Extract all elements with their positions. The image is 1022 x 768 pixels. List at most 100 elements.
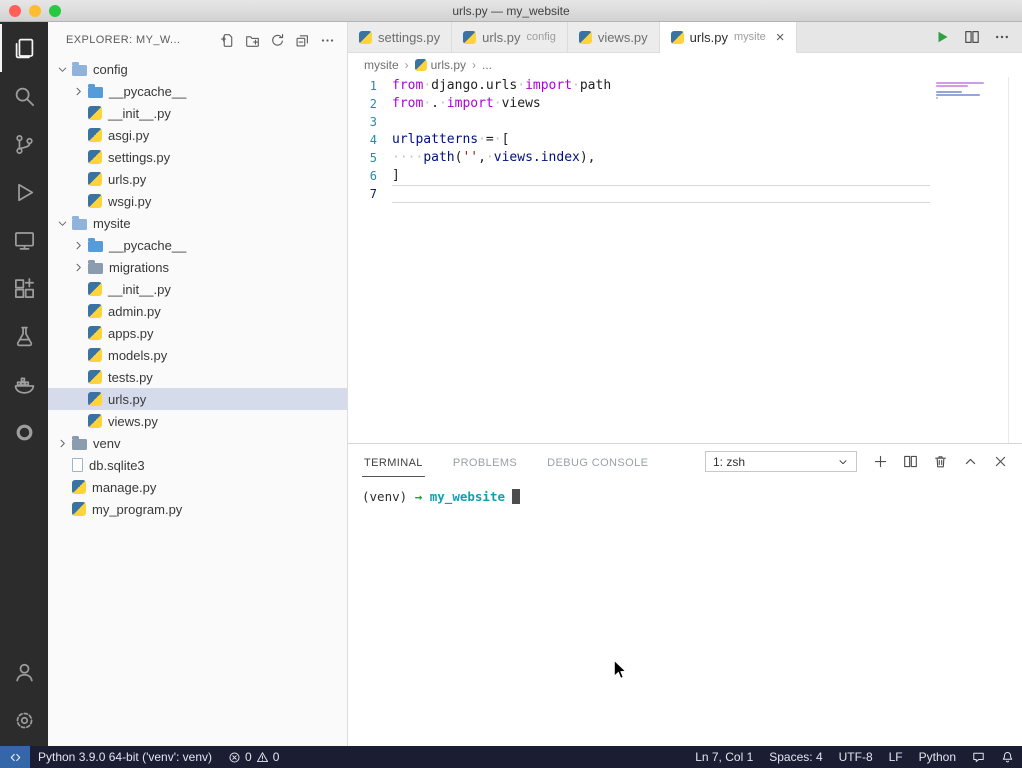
activity-bar-item-extension-ring[interactable]: [0, 408, 48, 456]
code-token: ,: [478, 150, 486, 165]
split-editor-icon[interactable]: [964, 29, 980, 45]
tree-item-pycache[interactable]: __pycache__: [48, 80, 347, 102]
terminal-shell-select[interactable]: 1: zsh: [705, 451, 857, 472]
tree-item-label: tests.py: [108, 369, 153, 385]
refresh-icon[interactable]: [270, 33, 285, 48]
activity-bar-item-run-debug[interactable]: [0, 168, 48, 216]
chevron-down-icon[interactable]: [56, 217, 72, 230]
new-folder-icon[interactable]: [245, 33, 260, 48]
python-interpreter-status[interactable]: Python 3.9.0 64-bit ('venv': venv): [30, 746, 220, 768]
remote-indicator[interactable]: [0, 746, 30, 768]
status-eol[interactable]: LF: [881, 746, 911, 768]
tree-item-db-sqlite3[interactable]: db.sqlite3: [48, 454, 347, 476]
folder-icon: [88, 83, 103, 98]
editor-tab-settings-py[interactable]: settings.py: [348, 22, 453, 52]
status-feedback[interactable]: [964, 746, 993, 768]
code-line-4[interactable]: 4 urlpatterns·=·[: [348, 131, 1022, 149]
tree-item-pycache[interactable]: __pycache__: [48, 234, 347, 256]
activity-bar-item-manage[interactable]: [0, 696, 48, 744]
status-language-mode[interactable]: Python: [911, 746, 964, 768]
tree-item-migrations[interactable]: migrations: [48, 256, 347, 278]
minimap[interactable]: [936, 82, 1006, 102]
more-actions-icon[interactable]: [320, 33, 335, 48]
run-python-file-icon[interactable]: [934, 29, 950, 45]
activity-bar-item-testing[interactable]: [0, 312, 48, 360]
folder-icon: [72, 61, 87, 76]
maximize-panel-icon[interactable]: [963, 454, 978, 469]
tree-item-asgi-py[interactable]: asgi.py: [48, 124, 347, 146]
minimap-line: [936, 91, 962, 93]
python-file-icon: [88, 150, 102, 164]
chevron-down-icon[interactable]: [56, 63, 72, 76]
activity-bar-item-explorer[interactable]: [0, 24, 48, 72]
code-line-5[interactable]: 5 ····path('',·views.index),: [348, 149, 1022, 167]
collapse-all-icon[interactable]: [295, 33, 310, 48]
problems-status[interactable]: 00: [220, 746, 287, 768]
minimize-window-button[interactable]: [29, 5, 41, 17]
code-line-2[interactable]: 2 from·.·import·views: [348, 95, 1022, 113]
editor-tab-urls-py-mysite[interactable]: urls.py mysite ×: [659, 22, 797, 53]
activity-bar-item-remote-explorer[interactable]: [0, 216, 48, 264]
close-tab-icon[interactable]: ×: [776, 30, 785, 45]
python-file-icon: [670, 30, 684, 44]
tree-item-mysite[interactable]: mysite: [48, 212, 347, 234]
tree-item-urls-py[interactable]: urls.py: [48, 388, 347, 410]
tree-item-init-py[interactable]: __init__.py: [48, 278, 347, 300]
tree-item-models-py[interactable]: models.py: [48, 344, 347, 366]
terminal-cursor: [512, 489, 521, 504]
tree-item-label: migrations: [109, 259, 169, 275]
activity-bar-item-search[interactable]: [0, 72, 48, 120]
new-terminal-icon[interactable]: [873, 454, 888, 469]
close-panel-icon[interactable]: [993, 454, 1008, 469]
status-notifications[interactable]: [993, 746, 1022, 768]
more-editor-actions-icon[interactable]: [994, 29, 1010, 45]
breadcrumb-item-urls-py[interactable]: urls.py: [414, 58, 466, 72]
panel-tab-debug-console[interactable]: DEBUG CONSOLE: [545, 447, 650, 477]
tree-item-views-py[interactable]: views.py: [48, 410, 347, 432]
zoom-window-button[interactable]: [49, 5, 61, 17]
tree-item-settings-py[interactable]: settings.py: [48, 146, 347, 168]
status-encoding[interactable]: UTF-8: [831, 746, 881, 768]
tab-label: urls.py: [689, 29, 728, 45]
code-line-3[interactable]: 3: [348, 113, 1022, 131]
activity-bar-item-extensions[interactable]: [0, 264, 48, 312]
split-terminal-icon[interactable]: [903, 454, 918, 469]
close-window-button[interactable]: [9, 5, 21, 17]
terminal-panel: TERMINAL PROBLEMS DEBUG CONSOLE 1: zsh (ve…: [348, 443, 1022, 746]
tree-item-venv[interactable]: venv: [48, 432, 347, 454]
tree-item-urls-py[interactable]: urls.py: [48, 168, 347, 190]
main-area: EXPLORER: MY_W... config __pycache__ __ini…: [0, 22, 1022, 746]
kill-terminal-icon[interactable]: [933, 454, 948, 469]
terminal-output[interactable]: (venv) → my_website: [348, 479, 1022, 746]
breadcrumb-item-item[interactable]: ...: [482, 58, 492, 72]
activity-bar-item-account[interactable]: [0, 648, 48, 696]
tree-item-apps-py[interactable]: apps.py: [48, 322, 347, 344]
code-line-7[interactable]: 7: [348, 185, 1022, 203]
tab-label: settings.py: [378, 29, 441, 45]
activity-bar-item-docker[interactable]: [0, 360, 48, 408]
tree-item-init-py[interactable]: __init__.py: [48, 102, 347, 124]
status-cursor-position[interactable]: Ln 7, Col 1: [687, 746, 761, 768]
chevron-right-icon[interactable]: [72, 239, 88, 252]
tree-item-tests-py[interactable]: tests.py: [48, 366, 347, 388]
breadcrumb-item-mysite[interactable]: mysite: [364, 58, 399, 72]
editor-tab-urls-py-config[interactable]: urls.py config: [452, 22, 568, 52]
chevron-right-icon[interactable]: [72, 261, 88, 274]
activity-bar-item-source-control[interactable]: [0, 120, 48, 168]
code-line-6[interactable]: 6]: [348, 167, 1022, 185]
new-file-icon[interactable]: [220, 33, 235, 48]
chevron-right-icon[interactable]: [72, 85, 88, 98]
status-indentation[interactable]: Spaces: 4: [761, 746, 830, 768]
chevron-right-icon[interactable]: [56, 437, 72, 450]
tree-item-label: urls.py: [108, 391, 147, 407]
panel-tab-problems[interactable]: PROBLEMS: [451, 447, 519, 477]
code-editor[interactable]: 1 from·django.urls·import·path 2 from·.·imp…: [348, 77, 1022, 443]
panel-tab-terminal[interactable]: TERMINAL: [362, 447, 425, 477]
tree-item-my-program-py[interactable]: my_program.py: [48, 498, 347, 520]
tree-item-manage-py[interactable]: manage.py: [48, 476, 347, 498]
editor-tab-views-py[interactable]: views.py: [567, 22, 660, 52]
tree-item-wsgi-py[interactable]: wsgi.py: [48, 190, 347, 212]
code-line-1[interactable]: 1 from·django.urls·import·path: [348, 77, 1022, 95]
tree-item-admin-py[interactable]: admin.py: [48, 300, 347, 322]
tree-item-config[interactable]: config: [48, 58, 347, 80]
